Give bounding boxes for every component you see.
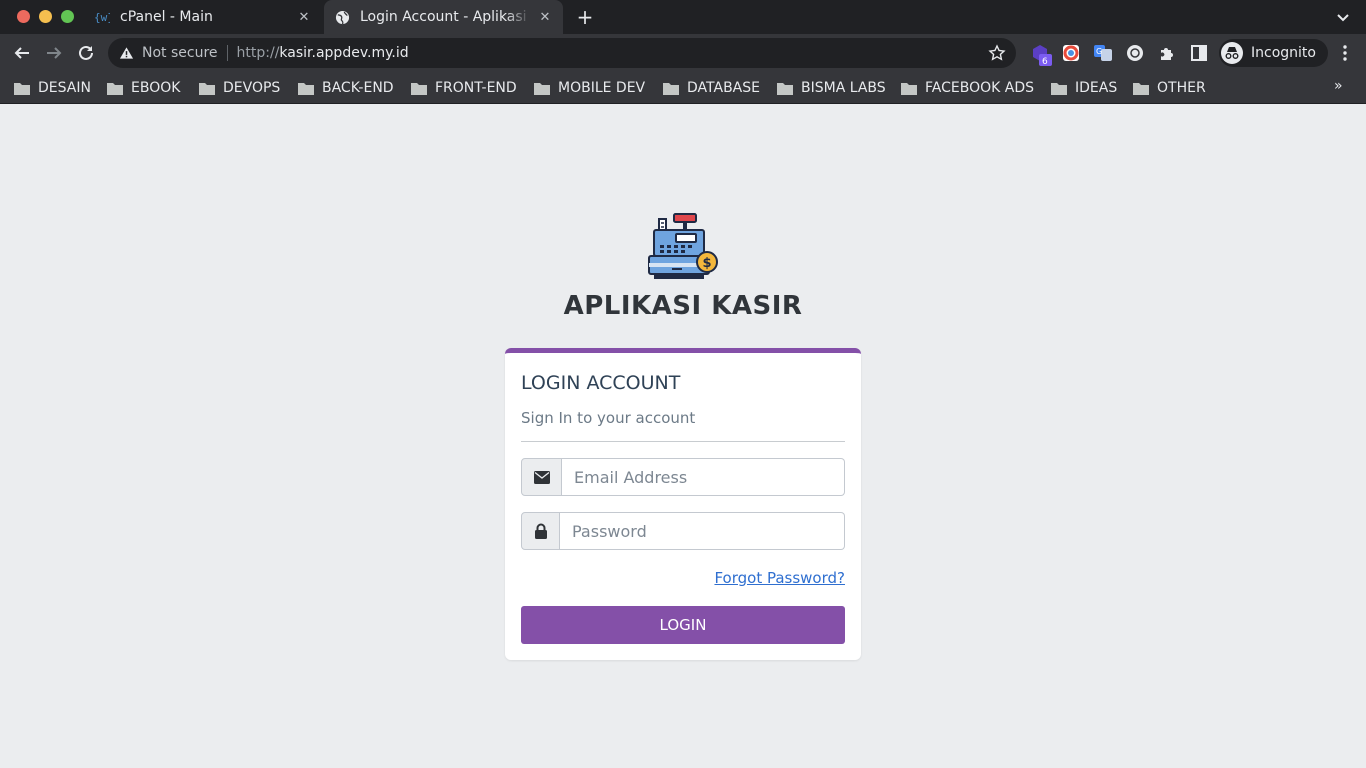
email-input-group xyxy=(521,458,845,496)
forward-arrow-icon[interactable] xyxy=(44,43,64,63)
bookmark-label: FACEBOOK ADS xyxy=(925,80,1034,96)
folder-icon xyxy=(199,82,215,95)
warning-icon[interactable] xyxy=(118,45,134,61)
envelope-icon xyxy=(521,458,562,496)
bookmark-folder-devops[interactable]: DEVOPS xyxy=(199,78,280,98)
email-input[interactable] xyxy=(562,458,845,496)
window-maximize-button[interactable] xyxy=(61,10,74,23)
bookmark-folder-ideas[interactable]: IDEAS xyxy=(1051,78,1117,98)
app-title: APLIKASI KASIR xyxy=(563,291,803,321)
page-content: $ APLIKASI KASIR LOGIN ACCOUNT Sign In t… xyxy=(0,105,1366,768)
reload-icon[interactable] xyxy=(76,43,96,63)
login-button[interactable]: LOGIN xyxy=(521,606,845,644)
colorzilla-extension-icon[interactable] xyxy=(1062,44,1080,62)
bookmark-folder-front-end[interactable]: FRONT-END xyxy=(411,78,517,98)
divider xyxy=(521,441,845,442)
card-title: LOGIN ACCOUNT xyxy=(521,372,681,394)
bookmark-label: FRONT-END xyxy=(435,80,517,96)
profile-label: Incognito xyxy=(1251,45,1316,61)
incognito-icon xyxy=(1221,42,1243,64)
bookmark-folder-bisma-labs[interactable]: BISMA LABS xyxy=(777,78,886,98)
menu-kebab-icon[interactable] xyxy=(1336,44,1354,62)
puzzle-extensions-icon[interactable] xyxy=(1158,44,1176,62)
bookmark-label: DEVOPS xyxy=(223,80,281,96)
bookmark-folder-database[interactable]: DATABASE xyxy=(663,78,760,98)
browser-tab-bar: {w} cPanel - Main ✕ Login Account - Apli… xyxy=(0,0,1366,34)
window-close-button[interactable] xyxy=(17,10,30,23)
translate-extension-icon[interactable]: G xyxy=(1094,44,1112,62)
forgot-password-link[interactable]: Forgot Password? xyxy=(714,569,845,587)
folder-icon xyxy=(1133,82,1149,95)
tab-close-icon[interactable]: ✕ xyxy=(296,9,312,25)
new-tab-button[interactable]: + xyxy=(574,5,596,29)
svg-text:{w}: {w} xyxy=(94,11,110,24)
cash-register-icon: $ xyxy=(646,212,720,284)
bookmark-folder-other[interactable]: OTHER xyxy=(1133,78,1206,98)
login-card: LOGIN ACCOUNT Sign In to your account Fo… xyxy=(505,348,861,660)
bookmark-folder-desain[interactable]: DESAIN xyxy=(14,78,91,98)
folder-icon xyxy=(411,82,427,95)
bookmark-star-icon[interactable] xyxy=(988,44,1006,62)
extension-badge: 6 xyxy=(1042,57,1048,66)
address-bar[interactable]: Not secure http://kasir.appdev.my.id xyxy=(108,38,1016,68)
card-subtitle: Sign In to your account xyxy=(521,409,696,427)
privacy-extension-icon[interactable] xyxy=(1126,44,1144,62)
url-host: kasir.appdev.my.id xyxy=(279,45,409,61)
url-text[interactable]: http://kasir.appdev.my.id xyxy=(237,45,409,61)
window-minimize-button[interactable] xyxy=(39,10,52,23)
bookmark-label: IDEAS xyxy=(1075,80,1118,96)
folder-icon xyxy=(663,82,679,95)
wordpress-bracket-icon: {w} xyxy=(94,9,110,25)
bookmark-folder-facebook-ads[interactable]: FACEBOOK ADS xyxy=(901,78,1034,98)
tab-login-account[interactable]: Login Account - Aplikasi K ✕ xyxy=(324,0,563,34)
bookmark-label: DATABASE xyxy=(687,80,760,96)
incognito-profile-button[interactable]: Incognito xyxy=(1219,39,1328,67)
svg-text:$: $ xyxy=(703,256,712,271)
url-scheme: http:// xyxy=(236,45,280,61)
notification-extension-icon[interactable]: 6 xyxy=(1031,44,1052,67)
folder-icon xyxy=(298,82,314,95)
lock-icon xyxy=(521,512,560,550)
folder-icon xyxy=(777,82,793,95)
side-panel-icon[interactable] xyxy=(1190,44,1208,62)
globe-icon xyxy=(334,9,350,25)
folder-icon xyxy=(107,82,123,95)
bookmark-label: EBOOK xyxy=(131,80,181,96)
bookmark-label: MOBILE DEV xyxy=(558,80,646,96)
tab-title: Login Account - Aplikasi K xyxy=(360,9,531,25)
tab-close-icon[interactable]: ✕ xyxy=(537,9,553,25)
bookmark-folder-ebook[interactable]: EBOOK xyxy=(107,78,180,98)
tab-title: cPanel - Main xyxy=(120,9,213,25)
bookmark-folder-mobile-dev[interactable]: MOBILE DEV xyxy=(534,78,645,98)
bookmark-folder-back-end[interactable]: BACK-END xyxy=(298,78,394,98)
folder-icon xyxy=(534,82,550,95)
bookmarks-overflow-button[interactable]: » xyxy=(1334,78,1343,94)
address-divider xyxy=(226,45,228,61)
back-arrow-icon[interactable] xyxy=(12,43,32,63)
folder-icon xyxy=(1051,82,1067,95)
security-status[interactable]: Not secure xyxy=(142,45,218,61)
bookmarks-bar: DESAIN EBOOK DEVOPS BACK-END FRONT-END M… xyxy=(0,72,1366,104)
folder-icon xyxy=(14,82,30,95)
svg-text:G: G xyxy=(1096,47,1102,56)
tab-search-icon[interactable] xyxy=(1334,8,1352,26)
folder-icon xyxy=(901,82,917,95)
tab-cpanel[interactable]: {w} cPanel - Main ✕ xyxy=(84,0,322,34)
password-input[interactable] xyxy=(560,512,845,550)
bookmark-label: DESAIN xyxy=(38,80,91,96)
bookmark-label: BISMA LABS xyxy=(801,80,886,96)
password-input-group xyxy=(521,512,845,550)
bookmark-label: BACK-END xyxy=(322,80,394,96)
browser-toolbar: Not secure http://kasir.appdev.my.id 6 G… xyxy=(0,34,1366,72)
bookmark-label: OTHER xyxy=(1157,80,1206,96)
